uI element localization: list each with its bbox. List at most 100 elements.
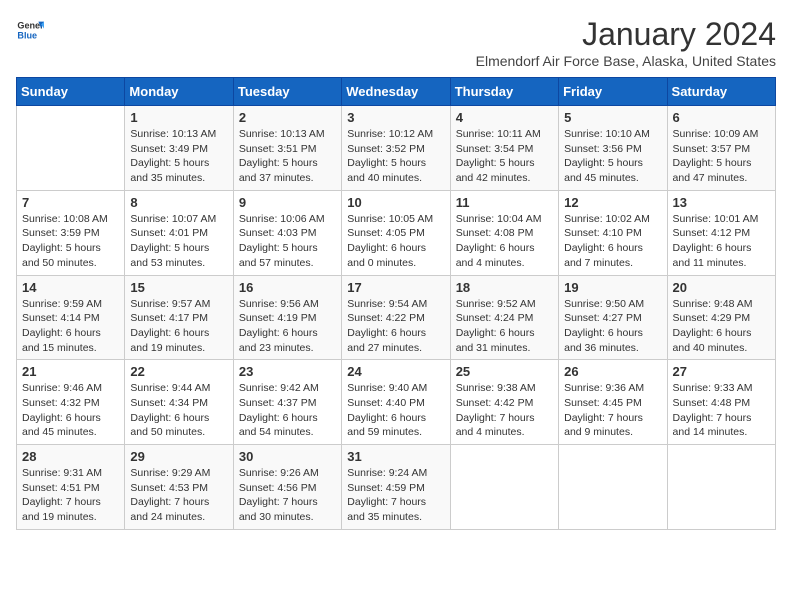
calendar-cell: 2 Sunrise: 10:13 AM Sunset: 3:51 PM Dayli… [233, 106, 341, 191]
calendar-cell: 12 Sunrise: 10:02 AM Sunset: 4:10 PM Dayl… [559, 190, 667, 275]
calendar-cell: 4Sunrise: 10:11 AM Sunset: 3:54 PM Dayli… [450, 106, 558, 191]
day-info: Sunrise: 9:31 AM Sunset: 4:51 PM Dayligh… [22, 466, 119, 525]
day-number: 18 [456, 280, 553, 295]
day-info: Sunrise: 9:38 AM Sunset: 4:42 PM Dayligh… [456, 381, 553, 440]
day-number: 31 [347, 449, 444, 464]
day-number: 30 [239, 449, 336, 464]
day-number: 20 [673, 280, 770, 295]
calendar-cell: 8 Sunrise: 10:07 AM Sunset: 4:01 PM Dayli… [125, 190, 233, 275]
day-number: 9 [239, 195, 336, 210]
calendar-cell: 13Sunrise: 10:01 AM Sunset: 4:12 PM Dayl… [667, 190, 775, 275]
day-of-week-header: Friday [559, 78, 667, 106]
calendar-cell: 25Sunrise: 9:38 AM Sunset: 4:42 PM Dayli… [450, 360, 558, 445]
title-section: January 2024 Elmendorf Air Force Base, A… [476, 16, 776, 69]
calendar-cell: 27 Sunrise: 9:33 AM Sunset: 4:48 PM Dayli… [667, 360, 775, 445]
day-info: Sunrise: 10:08 AM Sunset: 3:59 PM Daylig… [22, 212, 119, 271]
day-of-week-header: Sunday [17, 78, 125, 106]
calendar-cell: 26 Sunrise: 9:36 AM Sunset: 4:45 PM Dayli… [559, 360, 667, 445]
calendar-week-row: 21Sunrise: 9:46 AM Sunset: 4:32 PM Dayli… [17, 360, 776, 445]
day-info: Sunrise: 9:48 AM Sunset: 4:29 PM Dayligh… [673, 297, 770, 356]
day-info: Sunrise: 10:13 AM Sunset: 3:49 PM Daylig… [130, 127, 227, 186]
calendar-cell: 3Sunrise: 10:12 AM Sunset: 3:52 PM Dayli… [342, 106, 450, 191]
logo-icon: General Blue [16, 16, 44, 44]
day-info: Sunrise: 9:33 AM Sunset: 4:48 PM Dayligh… [673, 381, 770, 440]
day-number: 6 [673, 110, 770, 125]
day-info: Sunrise: 9:52 AM Sunset: 4:24 PM Dayligh… [456, 297, 553, 356]
day-info: Sunrise: 9:56 AM Sunset: 4:19 PM Dayligh… [239, 297, 336, 356]
calendar-cell: 17 Sunrise: 9:54 AM Sunset: 4:22 PM Dayli… [342, 275, 450, 360]
day-number: 14 [22, 280, 119, 295]
day-info: Sunrise: 10:02 AM Sunset: 4:10 PM Daylig… [564, 212, 661, 271]
calendar-cell: 22Sunrise: 9:44 AM Sunset: 4:34 PM Dayli… [125, 360, 233, 445]
day-of-week-header: Monday [125, 78, 233, 106]
day-info: Sunrise: 10:07 AM Sunset: 4:01 PM Daylig… [130, 212, 227, 271]
day-info: Sunrise: 10:01 AM Sunset: 4:12 PM Daylig… [673, 212, 770, 271]
day-number: 1 [130, 110, 227, 125]
calendar-cell: 5 Sunrise: 10:10 AM Sunset: 3:56 PM Dayli… [559, 106, 667, 191]
calendar-cell: 20 Sunrise: 9:48 AM Sunset: 4:29 PM Dayli… [667, 275, 775, 360]
location: Elmendorf Air Force Base, Alaska, United… [476, 53, 776, 69]
calendar-cell: 15Sunrise: 9:57 AM Sunset: 4:17 PM Dayli… [125, 275, 233, 360]
day-info: Sunrise: 9:59 AM Sunset: 4:14 PM Dayligh… [22, 297, 119, 356]
day-number: 8 [130, 195, 227, 210]
calendar-cell [667, 445, 775, 530]
day-number: 24 [347, 364, 444, 379]
day-info: Sunrise: 10:05 AM Sunset: 4:05 PM Daylig… [347, 212, 444, 271]
day-number: 27 [673, 364, 770, 379]
day-number: 15 [130, 280, 227, 295]
day-number: 5 [564, 110, 661, 125]
day-number: 7 [22, 195, 119, 210]
day-number: 4 [456, 110, 553, 125]
calendar-cell [17, 106, 125, 191]
day-number: 19 [564, 280, 661, 295]
day-of-week-header: Saturday [667, 78, 775, 106]
calendar-cell: 23Sunrise: 9:42 AM Sunset: 4:37 PM Dayli… [233, 360, 341, 445]
day-info: Sunrise: 9:36 AM Sunset: 4:45 PM Dayligh… [564, 381, 661, 440]
day-info: Sunrise: 9:24 AM Sunset: 4:59 PM Dayligh… [347, 466, 444, 525]
calendar-week-row: 28 Sunrise: 9:31 AM Sunset: 4:51 PM Dayli… [17, 445, 776, 530]
calendar-cell: 24 Sunrise: 9:40 AM Sunset: 4:40 PM Dayli… [342, 360, 450, 445]
day-number: 28 [22, 449, 119, 464]
day-info: Sunrise: 10:10 AM Sunset: 3:56 PM Daylig… [564, 127, 661, 186]
day-info: Sunrise: 9:50 AM Sunset: 4:27 PM Dayligh… [564, 297, 661, 356]
day-info: Sunrise: 9:54 AM Sunset: 4:22 PM Dayligh… [347, 297, 444, 356]
day-of-week-header: Wednesday [342, 78, 450, 106]
calendar-cell [450, 445, 558, 530]
day-info: Sunrise: 10:09 AM Sunset: 3:57 PM Daylig… [673, 127, 770, 186]
calendar-week-row: 14 Sunrise: 9:59 AM Sunset: 4:14 PM Dayli… [17, 275, 776, 360]
day-number: 16 [239, 280, 336, 295]
calendar-week-row: 1 Sunrise: 10:13 AM Sunset: 3:49 PM Dayli… [17, 106, 776, 191]
calendar-cell: 21Sunrise: 9:46 AM Sunset: 4:32 PM Dayli… [17, 360, 125, 445]
day-info: Sunrise: 10:13 AM Sunset: 3:51 PM Daylig… [239, 127, 336, 186]
day-number: 23 [239, 364, 336, 379]
day-of-week-header: Thursday [450, 78, 558, 106]
calendar-header: SundayMondayTuesdayWednesdayThursdayFrid… [17, 78, 776, 106]
day-number: 22 [130, 364, 227, 379]
calendar-cell: 31 Sunrise: 9:24 AM Sunset: 4:59 PM Dayli… [342, 445, 450, 530]
day-of-week-header: Tuesday [233, 78, 341, 106]
calendar-cell: 29 Sunrise: 9:29 AM Sunset: 4:53 PM Dayli… [125, 445, 233, 530]
calendar-cell [559, 445, 667, 530]
day-info: Sunrise: 9:29 AM Sunset: 4:53 PM Dayligh… [130, 466, 227, 525]
calendar-cell: 7 Sunrise: 10:08 AM Sunset: 3:59 PM Dayli… [17, 190, 125, 275]
day-number: 12 [564, 195, 661, 210]
day-number: 11 [456, 195, 553, 210]
calendar-cell: 1 Sunrise: 10:13 AM Sunset: 3:49 PM Dayli… [125, 106, 233, 191]
calendar-cell: 30Sunrise: 9:26 AM Sunset: 4:56 PM Dayli… [233, 445, 341, 530]
month-title: January 2024 [476, 16, 776, 53]
page-header: General Blue January 2024 Elmendorf Air … [16, 16, 776, 69]
day-number: 26 [564, 364, 661, 379]
calendar-cell: 10Sunrise: 10:05 AM Sunset: 4:05 PM Dayl… [342, 190, 450, 275]
day-number: 29 [130, 449, 227, 464]
day-info: Sunrise: 10:04 AM Sunset: 4:08 PM Daylig… [456, 212, 553, 271]
day-info: Sunrise: 9:40 AM Sunset: 4:40 PM Dayligh… [347, 381, 444, 440]
day-number: 17 [347, 280, 444, 295]
day-info: Sunrise: 10:06 AM Sunset: 4:03 PM Daylig… [239, 212, 336, 271]
svg-text:Blue: Blue [17, 30, 37, 40]
calendar-cell: 14 Sunrise: 9:59 AM Sunset: 4:14 PM Dayli… [17, 275, 125, 360]
day-number: 2 [239, 110, 336, 125]
calendar-cell: 9 Sunrise: 10:06 AM Sunset: 4:03 PM Dayli… [233, 190, 341, 275]
day-info: Sunrise: 10:12 AM Sunset: 3:52 PM Daylig… [347, 127, 444, 186]
calendar-cell: 6 Sunrise: 10:09 AM Sunset: 3:57 PM Dayli… [667, 106, 775, 191]
calendar-cell: 19 Sunrise: 9:50 AM Sunset: 4:27 PM Dayli… [559, 275, 667, 360]
